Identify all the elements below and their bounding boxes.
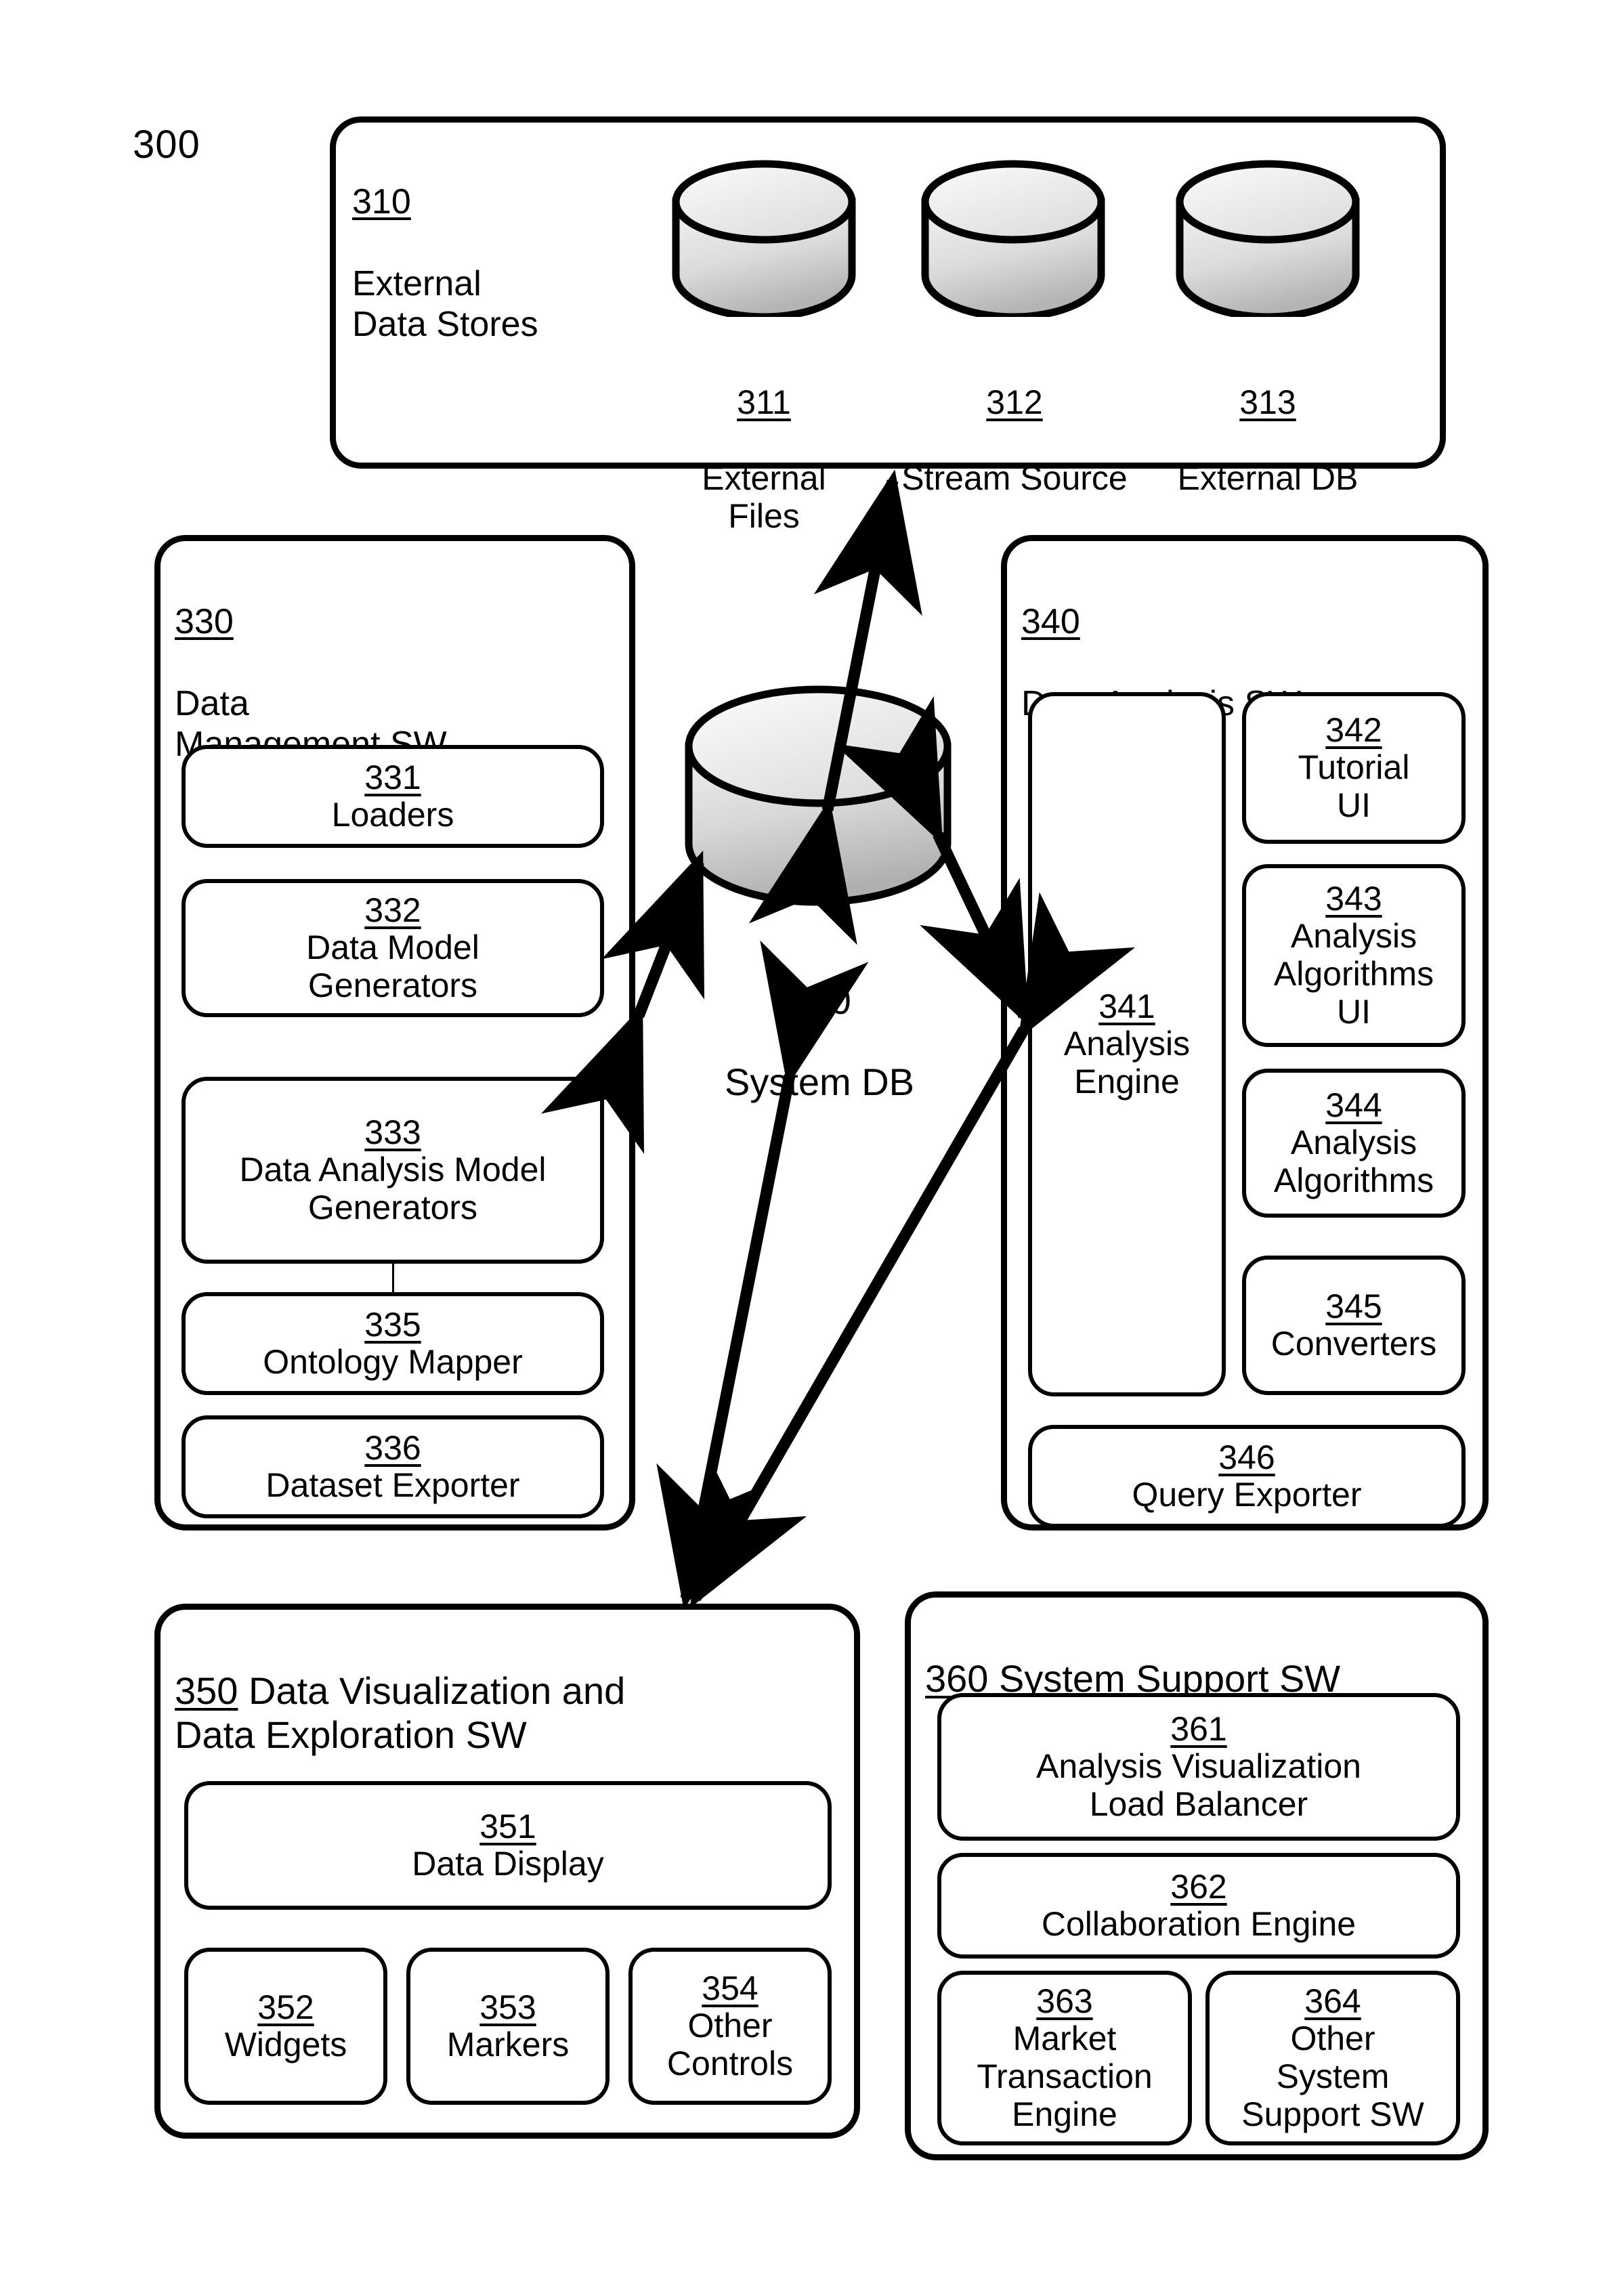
item-351-data-display[interactable]: 351 Data Display [184, 1781, 832, 1910]
item-362-label: Collaboration Engine [1041, 1905, 1356, 1943]
item-364-label: Other System Support SW [1241, 2019, 1424, 2133]
cylinder-313 [1176, 160, 1360, 317]
item-335-ontology-mapper[interactable]: 335 Ontology Mapper [181, 1292, 604, 1395]
item-354-other-controls[interactable]: 354 Other Controls [628, 1948, 832, 2105]
item-341-analysis-engine[interactable]: 341 Analysis Engine [1028, 692, 1226, 1396]
block-external-data-stores-label: 310 External Data Stores [352, 141, 538, 345]
figure-canvas: 300 310 External Data Stores 311 Externa… [0, 0, 1624, 2289]
ref-num-330: 330 [175, 602, 234, 642]
ref-num-335: 335 [364, 1306, 421, 1344]
ref-num-364: 364 [1304, 1982, 1361, 2020]
item-364-other-system-support-sw[interactable]: 364 Other System Support SW [1205, 1971, 1460, 2145]
cylinder-312-caption: 312 Stream Source [886, 345, 1143, 536]
ref-num-346: 346 [1218, 1438, 1275, 1476]
ref-num-310: 310 [352, 182, 411, 222]
item-351-label: Data Display [412, 1845, 604, 1883]
item-363-market-transaction-engine[interactable]: 363 Market Transaction Engine [937, 1971, 1192, 2145]
ref-num-336: 336 [364, 1429, 421, 1467]
item-331-label: Loaders [331, 796, 454, 834]
item-342-label: Tutorial UI [1298, 748, 1410, 824]
ref-num-362: 362 [1170, 1868, 1227, 1906]
ref-num-361: 361 [1170, 1710, 1227, 1748]
block-data-visualization-sw-label: 350 Data Visualization and Data Explorat… [175, 1625, 838, 1757]
item-362-collaboration-engine[interactable]: 362 Collaboration Engine [937, 1853, 1460, 1959]
block-data-management-sw-label: 330 Data Management SW [175, 561, 447, 765]
arrow-system-db-to-data-visualization-sw [656, 940, 869, 1610]
block-system-support-sw-label: 360 System Support SW [925, 1613, 1480, 1701]
item-352-label: Widgets [224, 2026, 347, 2063]
item-331-loaders[interactable]: 331 Loaders [181, 745, 604, 848]
cylinder-320-system-db [684, 684, 952, 914]
item-333-label: Data Analysis Model Generators [239, 1151, 547, 1226]
item-342-tutorial-ui[interactable]: 342 Tutorial UI [1242, 692, 1466, 844]
block-external-data-stores-title: External Data Stores [352, 263, 538, 345]
item-363-label: Market Transaction Engine [977, 2019, 1153, 2133]
item-361-label: Analysis Visualization Load Balancer [1036, 1747, 1361, 1823]
ref-num-340: 340 [1021, 602, 1080, 642]
item-346-label: Query Exporter [1132, 1476, 1362, 1514]
item-345-converters[interactable]: 345 Converters [1242, 1256, 1466, 1395]
cylinder-320-caption: 320 System DB [672, 941, 967, 1142]
ref-num-350: 350 [175, 1669, 238, 1712]
ref-num-343: 343 [1325, 880, 1382, 918]
ref-num-332: 332 [364, 891, 421, 929]
figure-number: 300 [133, 123, 200, 167]
ref-num-333: 333 [364, 1113, 421, 1151]
item-346-query-exporter[interactable]: 346 Query Exporter [1028, 1425, 1466, 1528]
ref-num-353: 353 [479, 1988, 536, 2026]
item-344-label: Analysis Algorithms [1273, 1124, 1434, 1199]
item-332-label: Data Model Generators [306, 928, 479, 1004]
item-354-label: Other Controls [666, 2007, 794, 2082]
item-343-label: Analysis Algorithms UI [1273, 917, 1434, 1031]
cylinder-311-label: External Files [702, 459, 826, 535]
item-352-widgets[interactable]: 352 Widgets [184, 1948, 387, 2105]
ref-num-363: 363 [1036, 1982, 1093, 2020]
cylinder-database-icon [672, 160, 856, 317]
ref-num-313: 313 [1239, 383, 1296, 421]
item-332-data-model-generators[interactable]: 332 Data Model Generators [181, 879, 604, 1017]
cylinder-313-label: External DB [1177, 459, 1359, 497]
ref-num-352: 352 [257, 1988, 314, 2026]
cylinder-311-caption: 311 External Files [645, 345, 883, 574]
ref-num-312: 312 [986, 383, 1043, 421]
item-335-label: Ontology Mapper [263, 1343, 523, 1381]
cylinder-312-label: Stream Source [901, 459, 1128, 497]
ref-num-341: 341 [1098, 987, 1155, 1025]
item-336-label: Dataset Exporter [265, 1466, 520, 1504]
cylinder-312 [921, 160, 1105, 317]
item-336-dataset-exporter[interactable]: 336 Dataset Exporter [181, 1415, 604, 1518]
item-333-data-analysis-model-generators[interactable]: 333 Data Analysis Model Generators [181, 1077, 604, 1264]
ref-num-345: 345 [1325, 1287, 1382, 1325]
ref-num-320: 320 [788, 979, 851, 1022]
item-344-analysis-algorithms[interactable]: 344 Analysis Algorithms [1242, 1069, 1466, 1218]
ref-num-351: 351 [479, 1807, 536, 1845]
ref-num-342: 342 [1325, 711, 1382, 749]
item-353-label: Markers [446, 2026, 570, 2063]
cylinder-313-caption: 313 External DB [1151, 345, 1384, 536]
item-361-analysis-visualization-load-balancer[interactable]: 361 Analysis Visualization Load Balancer [937, 1693, 1460, 1841]
cylinder-database-icon [921, 160, 1105, 317]
cylinder-database-icon [1176, 160, 1360, 317]
cylinder-database-icon [685, 685, 952, 906]
connector-333-to-335 [392, 1264, 394, 1293]
item-341-label: Analysis Engine [1063, 1025, 1191, 1100]
ref-num-344: 344 [1325, 1086, 1382, 1124]
item-345-label: Converters [1270, 1325, 1437, 1363]
cylinder-311 [672, 160, 856, 317]
item-353-markers[interactable]: 353 Markers [406, 1948, 610, 2105]
ref-num-311: 311 [737, 383, 791, 421]
cylinder-320-label: System DB [724, 1060, 915, 1103]
ref-num-354: 354 [702, 1969, 758, 2007]
item-343-analysis-algorithms-ui[interactable]: 343 Analysis Algorithms UI [1242, 864, 1466, 1047]
ref-num-331: 331 [364, 758, 421, 796]
